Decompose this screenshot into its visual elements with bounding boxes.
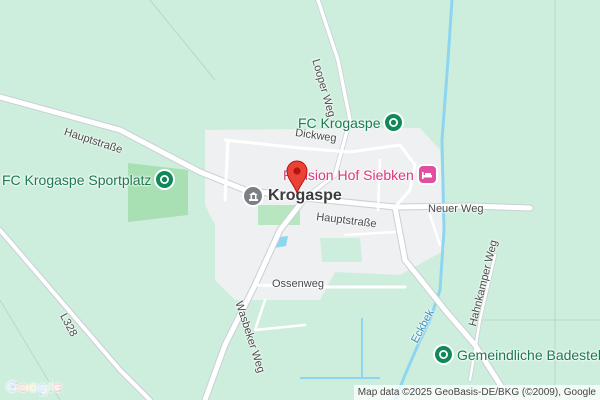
street-label: Neuer Weg (428, 203, 484, 215)
poi-fc-krogaspe-sportplatz[interactable]: FC Krogaspe Sportplatz (2, 171, 174, 188)
poi-label: FC Krogaspe (298, 114, 381, 131)
hotel-bed-icon (418, 166, 436, 183)
poi-label: Gemeindliche Badestell (457, 346, 600, 363)
google-logo-text: Google (6, 379, 63, 396)
poi-gemeindliche-badestell[interactable]: Gemeindliche Badestell (435, 346, 600, 363)
street-label: Ossenweg (272, 278, 324, 290)
map-canvas[interactable]: Hauptstraße Looper Weg Dickweg Hauptstra… (0, 0, 600, 400)
google-logo[interactable]: Google (6, 379, 62, 397)
poi-label: FC Krogaspe Sportplatz (2, 171, 152, 188)
map-attribution: Map data ©2025 GeoBasis-DE/BKG (©2009), … (353, 385, 600, 400)
road-minor-5 (253, 298, 307, 332)
sports-icon (435, 346, 452, 363)
location-pin-icon[interactable] (286, 160, 308, 199)
sports-icon (385, 114, 403, 131)
green-patch (320, 238, 362, 262)
sports-icon (156, 171, 174, 188)
landmark-icon (244, 187, 262, 205)
poi-fc-krogaspe[interactable]: FC Krogaspe (298, 114, 403, 131)
